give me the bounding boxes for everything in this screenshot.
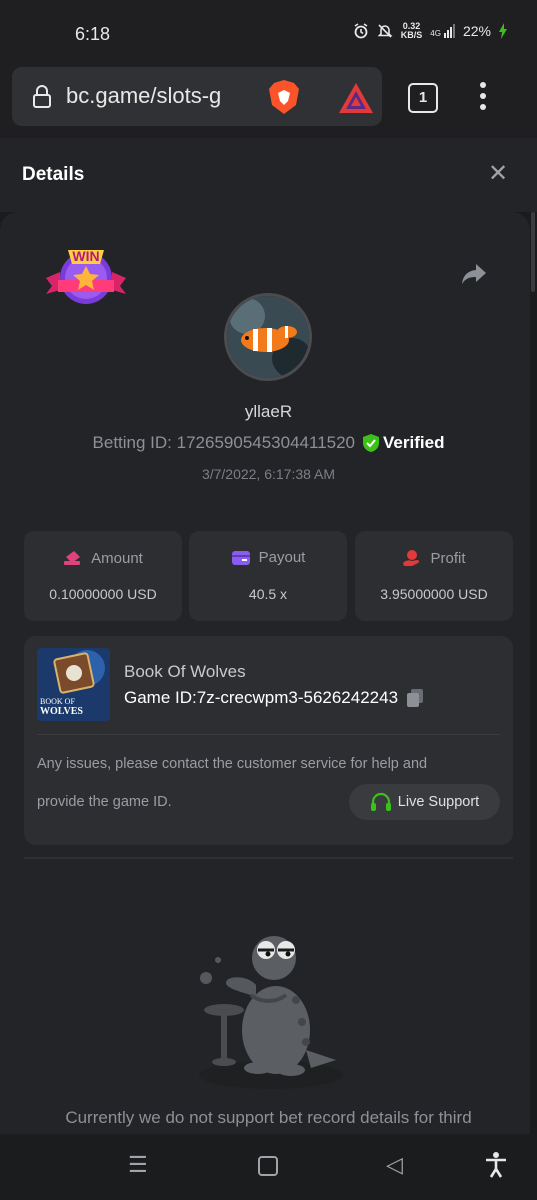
game-id-row: Game ID:7z-crecwpm3-5626242243 — [124, 688, 424, 708]
accessibility-icon[interactable] — [484, 1152, 508, 1184]
status-icons: 0.32 KB/S 4G 22% — [353, 22, 507, 40]
lock-icon — [33, 85, 51, 108]
betting-id-value[interactable]: 1726590545304411520 — [177, 433, 355, 452]
amount-label: Amount — [91, 549, 143, 567]
rewards-triangle-icon[interactable] — [338, 82, 374, 114]
mute-bell-icon — [377, 24, 393, 38]
network-type: 4G — [430, 29, 441, 38]
win-badge: WIN — [44, 240, 128, 313]
divider — [37, 734, 500, 735]
profit-card: Profit 3.95000000 USD — [355, 531, 513, 621]
close-icon[interactable]: ✕ — [488, 162, 508, 186]
unsupported-notice: Currently we do not support bet record d… — [65, 1108, 472, 1127]
payout-label: Payout — [258, 549, 306, 566]
brave-shield-icon[interactable] — [268, 79, 300, 115]
bet-datetime: 3/7/2022, 6:17:38 AM — [201, 466, 336, 482]
net-speed-unit: KB/S — [400, 30, 423, 40]
scrollbar[interactable] — [531, 212, 535, 292]
tab-count-button[interactable]: 1 — [408, 83, 438, 113]
page-title: Details — [22, 164, 85, 185]
share-icon[interactable] — [460, 262, 488, 286]
alarm-icon — [354, 23, 368, 39]
back-icon[interactable]: ◁ — [386, 1152, 403, 1178]
verified-shield-icon — [363, 434, 380, 452]
live-support-button[interactable]: Live Support — [349, 784, 500, 820]
payout-icon — [231, 550, 250, 565]
thumb-title-2: WOLVES — [40, 706, 83, 717]
game-id-label: Game ID: — [124, 688, 197, 707]
help-text-line-1: Any issues, please contact the customer … — [37, 756, 428, 772]
profit-icon — [403, 550, 420, 566]
betting-id-label: Betting ID: — [92, 433, 172, 452]
charging-icon — [499, 23, 507, 39]
status-bar: 6:18 0.32 KB/S 4G 22% — [0, 0, 537, 66]
betting-id-row: Betting ID: 1726590545304411520 Verified — [0, 433, 537, 453]
browser-toolbar: bc.game/slots-g 1 — [0, 66, 537, 138]
live-support-label: Live Support — [397, 794, 480, 810]
verified-badge: Verified — [363, 433, 444, 453]
profit-label: Profit — [430, 549, 466, 567]
profit-value: 3.95000000 USD — [380, 586, 488, 602]
game-thumbnail[interactable]: BOOK OF WOLVES — [37, 648, 110, 721]
game-name[interactable]: Book Of Wolves — [124, 662, 246, 682]
system-nav-bar: ☰ ◁ — [0, 1134, 537, 1200]
win-text: WIN — [72, 248, 99, 264]
avatar — [224, 293, 312, 381]
game-id-value: 7z-crecwpm3-5626242243 — [196, 688, 399, 707]
payout-value: 40.5 x — [248, 586, 288, 602]
headset-icon — [370, 792, 391, 811]
net-speed: 0.32 KB/S — [401, 22, 423, 40]
crocodile-mascot-illustration — [196, 930, 346, 1100]
recents-icon[interactable]: ☰ — [128, 1152, 148, 1178]
amount-icon — [64, 551, 81, 565]
game-card: BOOK OF WOLVES Book Of Wolves Game ID:7z… — [24, 636, 513, 845]
details-header: Details ✕ — [0, 138, 537, 212]
signal-icon: 4G — [430, 24, 455, 38]
thumb-title-1: BOOK OF — [40, 697, 75, 706]
payout-card: Payout 40.5 x — [189, 531, 347, 621]
copy-icon[interactable] — [406, 688, 424, 708]
help-text-line-2: provide the game ID. — [37, 794, 172, 810]
url-text[interactable]: bc.game/slots-g — [66, 83, 254, 109]
verified-label: Verified — [383, 433, 445, 452]
home-icon[interactable] — [258, 1156, 278, 1176]
section-divider — [24, 857, 513, 859]
battery-level: 22% — [462, 23, 491, 39]
address-bar[interactable]: bc.game/slots-g — [12, 67, 382, 126]
username: yllaeR — [244, 402, 293, 421]
status-time: 6:18 — [75, 24, 111, 44]
amount-card: Amount 0.10000000 USD — [24, 531, 182, 621]
browser-menu-button[interactable] — [474, 82, 492, 116]
amount-value: 0.10000000 USD — [49, 586, 157, 602]
